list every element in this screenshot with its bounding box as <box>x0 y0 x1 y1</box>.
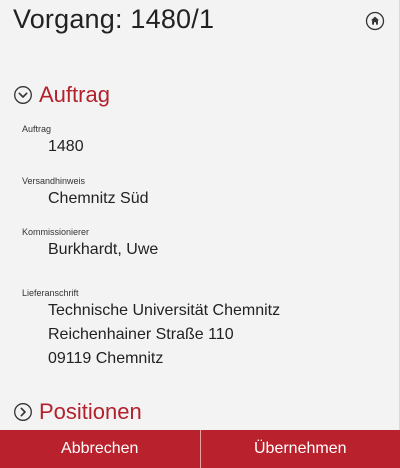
detail-panel: Vorgang: 1480/1 Auftrag Auftrag 1480 Ver… <box>0 0 400 468</box>
chevron-right-circle-icon <box>14 403 32 421</box>
address-line-3: 09119 Chemnitz <box>48 350 164 367</box>
home-circle-icon[interactable] <box>365 11 385 31</box>
section-positionen-header[interactable]: Positionen <box>13 399 142 425</box>
section-auftrag-label: Auftrag <box>39 82 110 107</box>
auftrag-field-label: Auftrag <box>22 124 52 134</box>
lieferanschrift-field-label: Lieferanschrift <box>22 288 79 298</box>
auftrag-field-value: 1480 <box>48 138 84 155</box>
kommissionierer-field-label: Kommissionierer <box>22 227 90 237</box>
apply-button[interactable]: Übernehmen <box>201 430 400 468</box>
section-auftrag-header[interactable]: Auftrag <box>13 82 110 108</box>
kommissionierer-field-value: Burkhardt, Uwe <box>48 241 159 258</box>
cancel-button[interactable]: Abbrechen <box>0 430 200 468</box>
section-positionen-label: Positionen <box>39 399 142 424</box>
page-title: Vorgang: 1480/1 <box>13 4 215 34</box>
versandhinweis-field-label: Versandhinweis <box>22 176 86 186</box>
versandhinweis-field-value: Chemnitz Süd <box>48 190 149 207</box>
action-bar: Abbrechen Übernehmen <box>0 430 400 468</box>
chevron-down-circle-icon <box>14 86 32 104</box>
address-line-1: Technische Universität Chemnitz <box>48 302 281 319</box>
address-line-2: Reichenhainer Straße 110 <box>48 326 234 343</box>
